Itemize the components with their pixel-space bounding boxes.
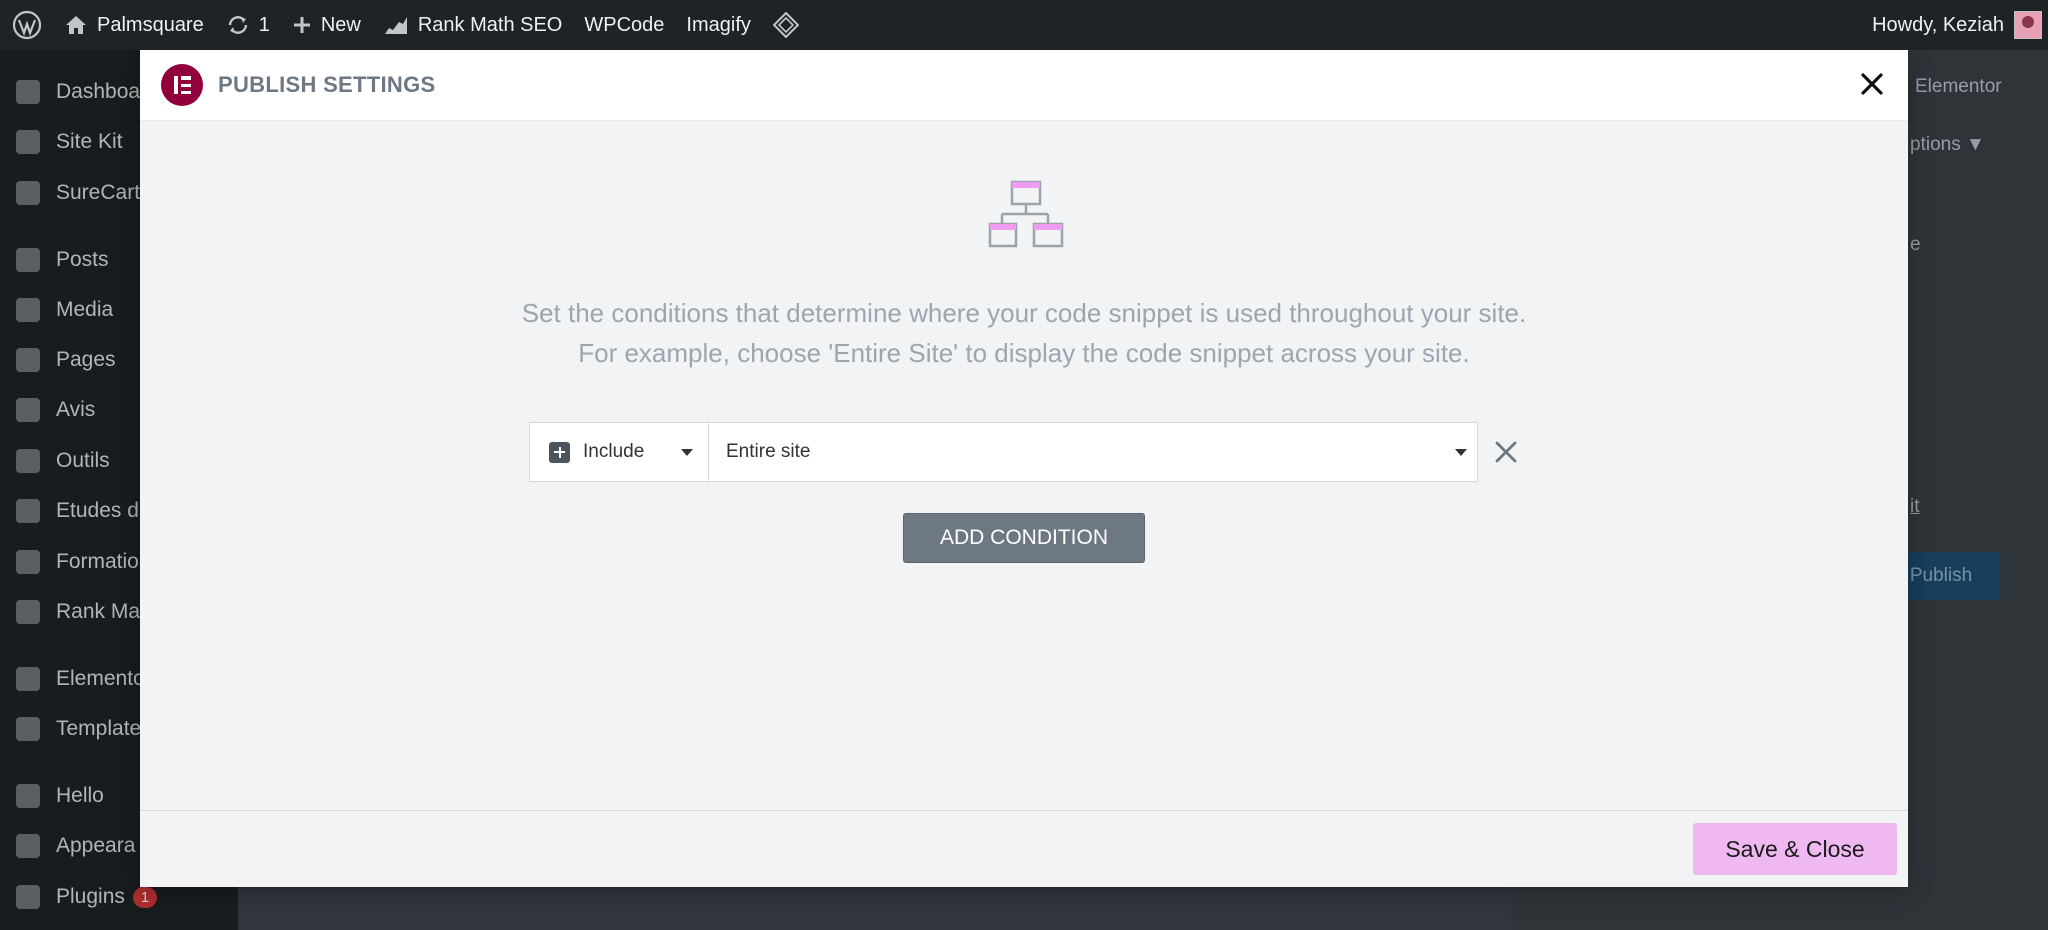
avatar — [2014, 11, 2042, 39]
rank-math-label: Rank Math SEO — [417, 13, 563, 36]
add-condition-button[interactable]: ADD CONDITION — [903, 513, 1145, 563]
condition-scope-value: Entire site — [726, 441, 811, 462]
condition-type-value: Include — [583, 441, 645, 462]
updates-link[interactable]: 1 — [215, 0, 281, 50]
wordpress-logo-icon[interactable] — [0, 0, 53, 50]
chevron-down-icon — [1455, 449, 1467, 456]
imagify-label: Imagify — [686, 13, 751, 36]
description-line-2: For example, choose 'Entire Site' to dis… — [578, 338, 1470, 368]
condition-row: Include Entire site — [529, 422, 1478, 482]
diamond-plugin-link[interactable] — [762, 0, 810, 50]
site-name-link[interactable]: Palmsquare — [53, 0, 215, 50]
plus-square-icon — [549, 441, 570, 463]
remove-condition-button[interactable] — [1494, 440, 1518, 464]
save-close-button[interactable]: Save & Close — [1693, 823, 1897, 875]
rank-math-icon — [384, 17, 407, 34]
modal-footer: Save & Close — [140, 810, 1908, 887]
rank-math-link[interactable]: Rank Math SEO — [372, 0, 574, 50]
condition-scope-select[interactable]: Entire site — [708, 423, 1477, 481]
modal-header: PUBLISH SETTINGS — [140, 50, 1908, 121]
updates-count: 1 — [258, 13, 270, 36]
wpcode-label: WPCode — [584, 13, 665, 36]
wpcode-link[interactable]: WPCode — [573, 0, 675, 50]
description-line-1: Set the conditions that determine where … — [521, 298, 1527, 328]
imagify-link[interactable]: Imagify — [675, 0, 761, 50]
chevron-down-icon — [681, 449, 693, 456]
close-modal-button[interactable] — [1858, 70, 1886, 98]
wp-admin-bar: Palmsquare 1 New Rank Math SEO WPCode Im… — [0, 0, 2048, 50]
greeting: Howdy, Keziah — [1872, 13, 2004, 36]
sitemap-icon — [988, 180, 1064, 257]
my-account[interactable]: Howdy, Keziah — [1872, 0, 2042, 50]
new-content-link[interactable]: New — [281, 0, 372, 50]
modal-title: PUBLISH SETTINGS — [218, 72, 436, 97]
close-icon — [1861, 73, 1883, 95]
home-icon — [66, 16, 86, 34]
diamond-icon — [772, 12, 799, 38]
refresh-icon — [228, 16, 247, 34]
new-label: New — [320, 13, 361, 36]
close-icon — [1495, 441, 1517, 463]
condition-type-select[interactable]: Include — [530, 423, 709, 481]
plus-icon — [293, 17, 310, 33]
publish-settings-modal: PUBLISH SETTINGS Set the conditions that… — [140, 50, 1908, 887]
elementor-logo-icon — [161, 64, 203, 106]
site-name: Palmsquare — [97, 13, 204, 36]
